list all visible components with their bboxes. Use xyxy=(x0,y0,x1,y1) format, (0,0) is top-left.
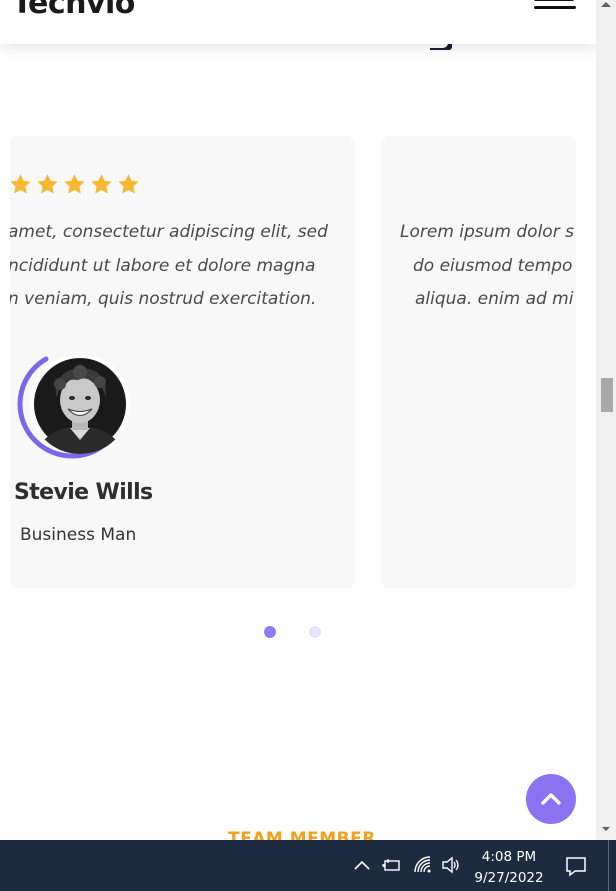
avatar-photo xyxy=(30,354,130,454)
carousel-dot-2[interactable] xyxy=(309,626,321,638)
quote-line: aliqua. enim ad mi xyxy=(415,289,574,309)
quote-line: amet, consectetur adipiscing elit, sed xyxy=(10,222,328,242)
scroll-down-arrow-icon[interactable] xyxy=(600,824,612,834)
chevron-up-icon[interactable] xyxy=(351,854,373,876)
section-label: TEAM MEMBER xyxy=(228,829,376,840)
scroll-up-arrow-icon[interactable] xyxy=(599,0,613,9)
show-desktop-button[interactable] xyxy=(608,840,609,891)
testimonial-card: amet, consectetur adipiscing elit, sed n… xyxy=(10,136,355,588)
system-clock[interactable]: 4:08 PM 9/27/2022 xyxy=(468,847,550,889)
star-icon xyxy=(10,174,31,194)
page-viewport: amet, consectetur adipiscing elit, sed n… xyxy=(0,0,596,840)
star-icon xyxy=(37,174,58,194)
testimonial-card: Lorem ipsum dolor s do eiusmod tempo ali… xyxy=(381,136,576,588)
site-header: Techvio xyxy=(0,0,596,44)
reviewer-name: Stevie Wills xyxy=(14,480,153,505)
quote-line: do eiusmod tempo xyxy=(413,255,573,276)
wifi-icon[interactable] xyxy=(412,854,434,876)
logo[interactable]: Techvio xyxy=(12,0,135,21)
quote-line: Lorem ipsum dolor s xyxy=(400,222,574,242)
star-icon xyxy=(118,174,139,194)
back-to-top-button[interactable] xyxy=(526,774,576,824)
hamburger-menu-icon[interactable] xyxy=(530,0,578,14)
testimonial-quote: amet, consectetur adipiscing elit, sed n… xyxy=(10,216,328,317)
scrollbar-thumb[interactable] xyxy=(601,378,613,412)
scrollbar[interactable] xyxy=(596,0,616,840)
testimonial-quote: Lorem ipsum dolor s do eiusmod tempo ali… xyxy=(400,216,574,317)
quote-line: n veniam, quis nostrud exercitation. xyxy=(10,289,317,309)
clock-time: 4:08 PM xyxy=(481,849,537,865)
reviewer-role: Business Man xyxy=(20,525,137,545)
star-icon xyxy=(64,174,85,194)
action-center-icon[interactable] xyxy=(564,854,588,878)
star-icon xyxy=(91,174,112,194)
clock-date: 9/27/2022 xyxy=(474,870,544,886)
rating-stars xyxy=(10,172,141,197)
quote-line: ncididunt ut labore et dolore magna xyxy=(10,255,316,276)
chevron-up-icon xyxy=(541,793,561,805)
speaker-icon[interactable] xyxy=(440,854,462,876)
windows-taskbar: 4:08 PM 9/27/2022 xyxy=(0,840,616,891)
avatar xyxy=(16,348,130,460)
battery-icon[interactable] xyxy=(381,854,403,876)
carousel-dot-1[interactable] xyxy=(264,626,276,638)
